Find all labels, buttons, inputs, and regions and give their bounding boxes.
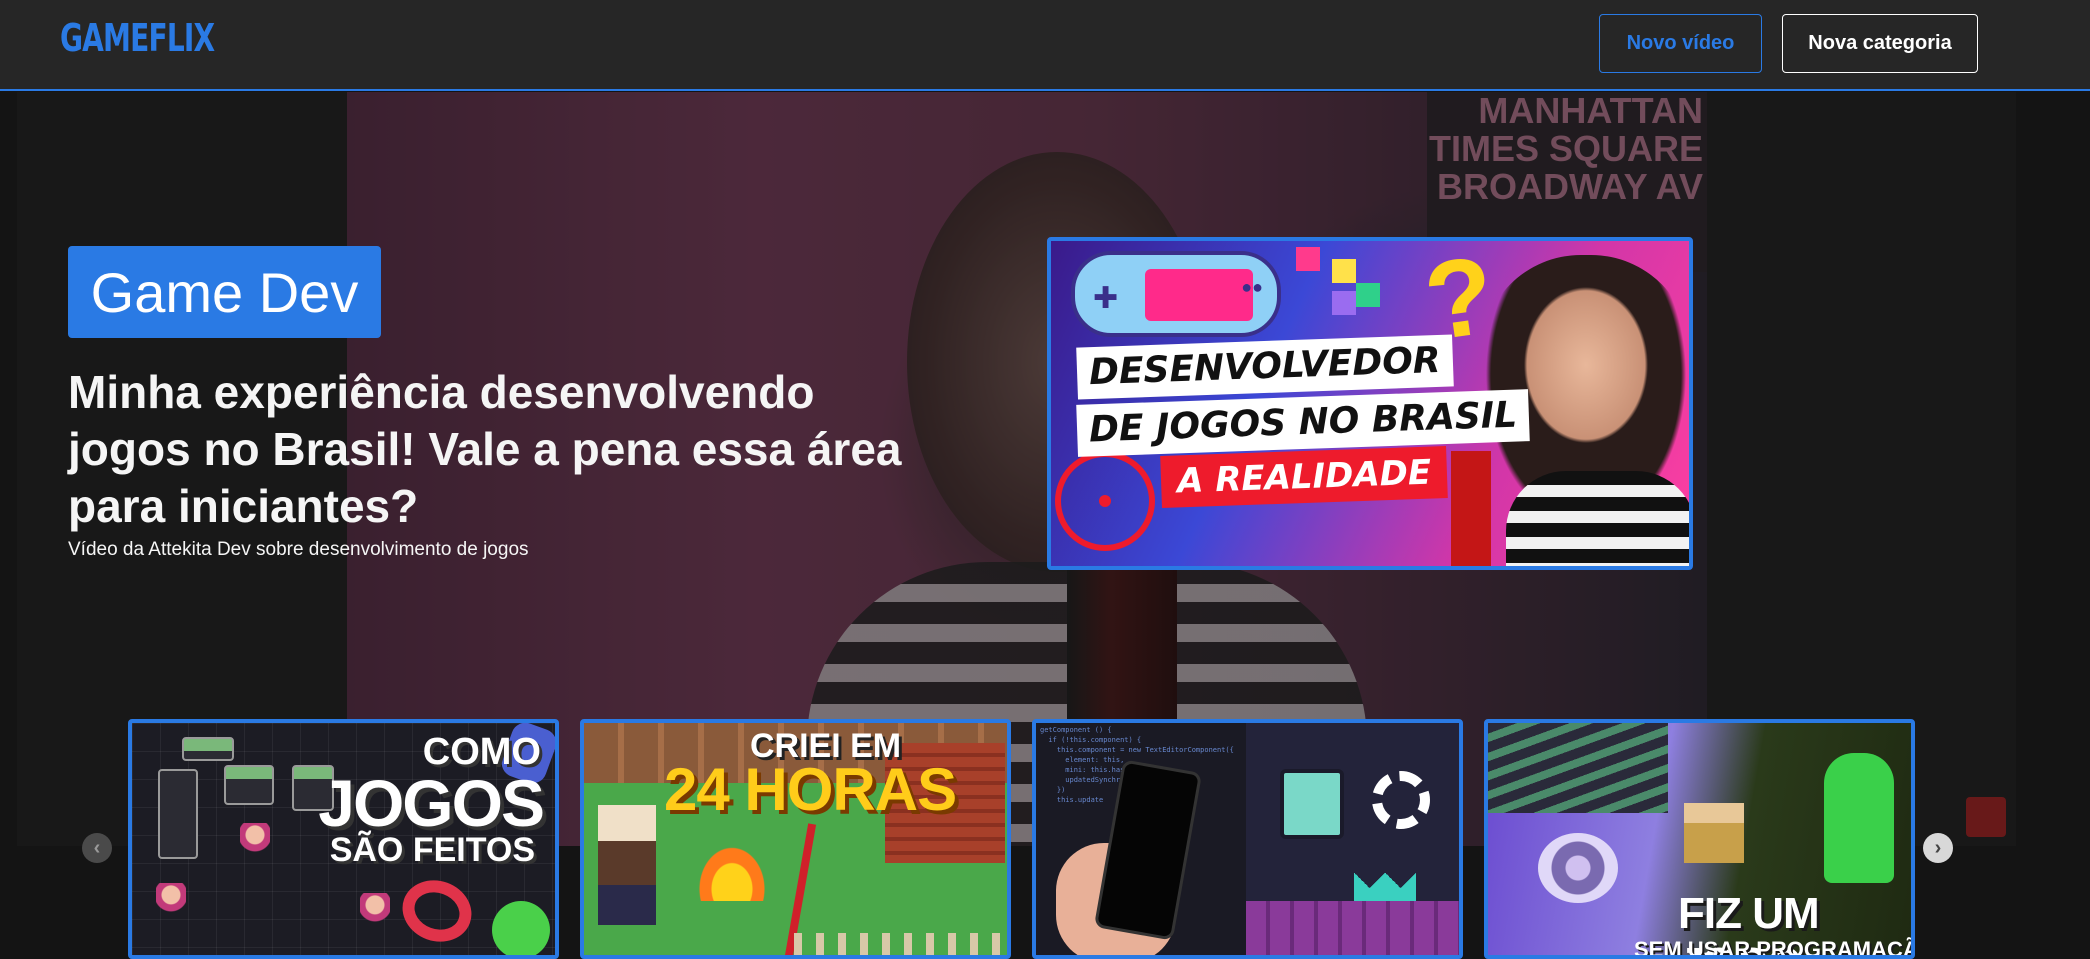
carousel-next-button[interactable]: ›: [1923, 833, 1953, 863]
pixel-character: [598, 805, 656, 925]
game-console-graphic: ✚ ●●: [1071, 251, 1281, 337]
tetris-blocks-graphic: [1296, 247, 1392, 323]
chevron-left-icon: ‹: [93, 837, 101, 859]
pixel-robot: [1280, 769, 1344, 839]
thumbnail-title-line1: DESENVOLVEDOR: [1076, 334, 1454, 400]
card-title-line2: JOGOS: [318, 766, 545, 840]
card-title-line3: SÃO FEITOS: [329, 831, 535, 869]
channel-watermark: [1966, 797, 2006, 837]
campfire-graphic: [694, 841, 770, 901]
category-tag: Game Dev: [68, 246, 381, 338]
featured-video-thumbnail[interactable]: ✚ ●● ? DESENVOLVEDOR DE JOGOS NO BRASIL …: [1047, 237, 1693, 570]
thumbnail-title-line2: DE JOGOS NO BRASIL: [1076, 389, 1530, 457]
video-card[interactable]: CRIEI EM 24 HORAS: [580, 719, 1011, 959]
carousel-prev-button[interactable]: ‹: [82, 833, 112, 863]
video-card[interactable]: FIZ UM JOGO SEM USAR PROGRAMAÇÃO: [1484, 719, 1915, 959]
video-title: Minha experiência desenvolvendo jogos no…: [68, 366, 902, 532]
video-card[interactable]: getComponent () { if (!this.component) {…: [1032, 719, 1463, 959]
video-description: Vídeo da Attekita Dev sobre desenvolvime…: [68, 539, 529, 560]
new-category-button[interactable]: Nova categoria: [1782, 14, 1978, 73]
crosshair-icon: [1055, 451, 1155, 551]
pixel-monster: [1824, 753, 1894, 883]
chevron-right-icon: ›: [1934, 837, 1942, 859]
pixel-soldier: [1684, 803, 1744, 863]
thumbnail-title-line3: A REALIDADE: [1160, 446, 1448, 508]
card-title-line2: SEM USAR PROGRAMAÇÃO: [1634, 937, 1915, 959]
loading-icon: [1372, 771, 1430, 829]
top-header: GAMEFLIX Novo vídeo Nova categoria: [0, 0, 2090, 91]
pixel-character: [240, 823, 270, 857]
gameflix-logo[interactable]: GAMEFLIX: [60, 16, 215, 60]
new-video-button[interactable]: Novo vídeo: [1599, 14, 1762, 73]
anime-eye-graphic: [1538, 833, 1618, 903]
card-title-line2: 24 HORAS: [664, 756, 957, 823]
video-card[interactable]: COMO JOGOS SÃO FEITOS: [128, 719, 559, 959]
